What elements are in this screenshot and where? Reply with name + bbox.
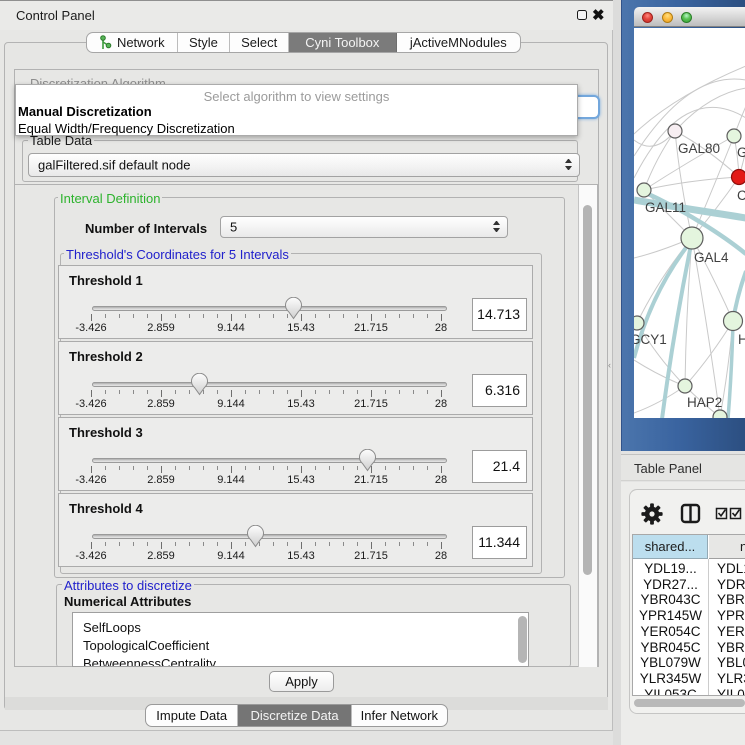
svg-text:GAL11: GAL11 <box>645 200 686 215</box>
svg-text:GAL4: GAL4 <box>694 250 729 265</box>
svg-text:C: C <box>737 188 745 203</box>
svg-text:GAL80: GAL80 <box>678 141 720 156</box>
svg-text:GCY1: GCY1 <box>634 332 667 347</box>
svg-text:GA: GA <box>737 145 745 160</box>
svg-text:HAP2: HAP2 <box>687 395 722 410</box>
svg-text:H: H <box>738 332 745 347</box>
